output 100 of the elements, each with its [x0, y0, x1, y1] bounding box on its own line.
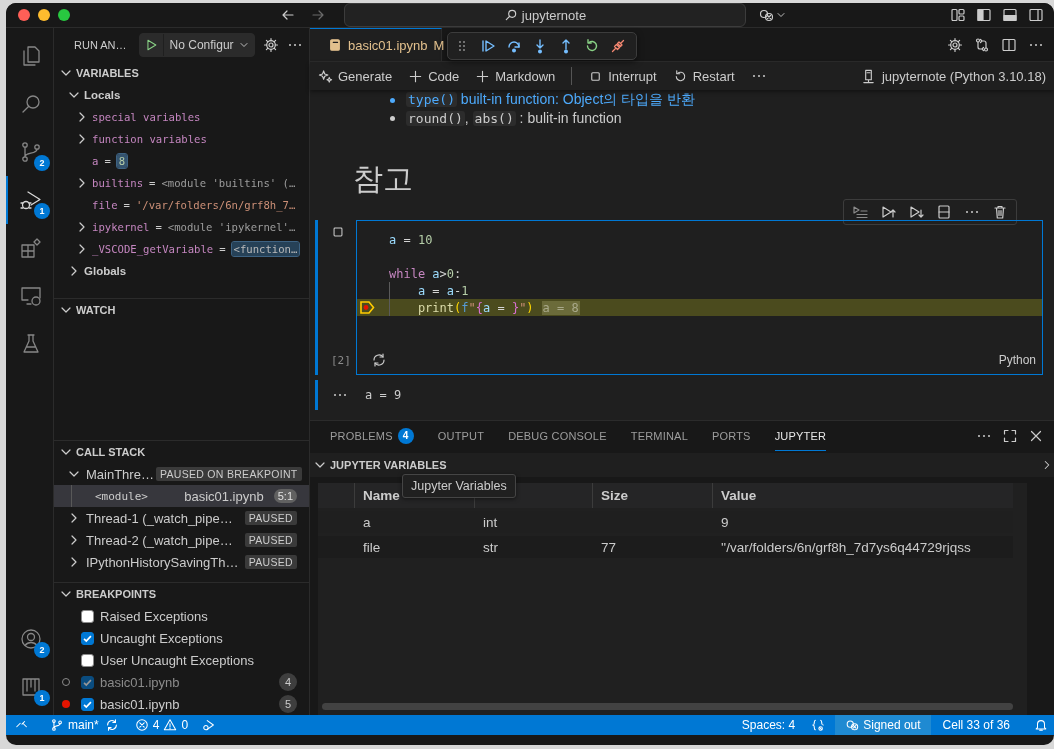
problems-status[interactable]: 4 0: [128, 715, 195, 735]
variable-name[interactable]: ipykernel: [92, 221, 150, 233]
indentation-status[interactable]: Spaces: 4: [735, 715, 802, 735]
thread-name[interactable]: MainThre…: [86, 466, 154, 482]
tooltip: Jupyter Variables: [402, 474, 516, 498]
settings-icon[interactable]: [947, 36, 963, 53]
execute-above-icon[interactable]: [880, 204, 896, 220]
search-icon: [503, 8, 518, 22]
panel-tab[interactable]: PORTS: [711, 421, 751, 451]
continue-icon[interactable]: [480, 38, 496, 54]
table-cell-text: str: [482, 539, 499, 555]
sync-icon[interactable]: [104, 718, 119, 732]
thread-name[interactable]: Thread-1 (_watch_pipe…: [86, 510, 233, 526]
customize-layout-icon[interactable]: [950, 7, 966, 23]
configuration-dropdown[interactable]: No Configur: [163, 34, 254, 56]
plus-icon: [475, 68, 491, 84]
play-icon: [144, 38, 159, 52]
panel-tab[interactable]: JUPYTER: [774, 421, 827, 451]
panel-tab[interactable]: OUTPUT: [437, 421, 485, 451]
toolbar-button[interactable]: Markdown: [475, 68, 556, 84]
breakpoint-label[interactable]: basic01.ipynb: [100, 696, 180, 712]
warning-icon: [163, 718, 178, 732]
split-cell-icon[interactable]: [936, 204, 952, 220]
breakpoint-label[interactable]: basic01.ipynb: [100, 674, 180, 690]
compare-changes-icon[interactable]: [974, 36, 990, 53]
checkbox[interactable]: [81, 675, 94, 689]
section-title[interactable]: VARIABLES: [76, 67, 139, 79]
minimize-window-button[interactable]: [38, 9, 50, 21]
bullet-dot: [390, 115, 395, 121]
cell-position[interactable]: Cell 33 of 36: [936, 715, 1016, 735]
language-status-icon[interactable]: [811, 718, 826, 732]
editor-tab[interactable]: basic01.ipynb M: [310, 28, 442, 61]
stack-frame[interactable]: <module> basic01.ipynb 5:1: [54, 485, 309, 507]
kernel-picker[interactable]: jupyternote (Python 3.10.18): [860, 68, 1046, 84]
variable-name[interactable]: special variables: [92, 111, 201, 123]
split-editor-icon[interactable]: [1001, 36, 1017, 53]
cell-language[interactable]: Python: [998, 353, 1036, 367]
variable-value: <function…: [231, 242, 300, 256]
close-window-button[interactable]: [18, 9, 30, 21]
section-title[interactable]: WATCH: [76, 304, 116, 316]
checkbox[interactable]: [81, 653, 94, 667]
thread-name[interactable]: Thread-2 (_watch_pipe…: [86, 532, 233, 548]
code-line: a = a-1: [416, 283, 469, 298]
count-badge: 1: [34, 203, 50, 219]
cell-select-icon[interactable]: [331, 225, 345, 239]
disconnect-icon[interactable]: [610, 38, 626, 54]
checkbox[interactable]: [81, 609, 94, 623]
toolbar-button[interactable]: Code: [408, 68, 460, 84]
toolbar-button[interactable]: Interrupt: [588, 68, 657, 84]
cell-output: a = 9: [365, 388, 402, 402]
breakpoint-label[interactable]: Uncaught Exceptions: [100, 630, 223, 646]
toggle-secondary-sidebar-icon[interactable]: [1028, 7, 1044, 23]
variable-name[interactable]: function variables: [92, 133, 207, 145]
command-center-search[interactable]: jupyternote: [344, 3, 746, 27]
panel-tab[interactable]: TERMINAL: [630, 421, 688, 451]
toolbar-button[interactable]: Restart: [672, 68, 735, 84]
section-title[interactable]: JUPYTER VARIABLES: [330, 459, 447, 471]
panel-tab[interactable]: DEBUG CONSOLE: [508, 421, 607, 451]
thread-name[interactable]: IPythonHistorySavingTh…: [86, 554, 239, 570]
notifications-icon[interactable]: [1034, 718, 1048, 732]
delete-icon[interactable]: [992, 204, 1008, 220]
refresh-icon[interactable]: [371, 352, 387, 368]
account-icon[interactable]: [18, 627, 43, 651]
column-header[interactable]: Size: [592, 483, 712, 508]
checkbox[interactable]: [81, 697, 94, 711]
activity-item[interactable]: 2: [6, 128, 53, 176]
run-by-line-icon[interactable]: [852, 204, 868, 220]
column-header[interactable]: Value: [712, 483, 1013, 508]
toggle-sidebar-icon[interactable]: [976, 7, 992, 23]
settings-icon[interactable]: [262, 37, 279, 53]
variable-value: 8: [116, 154, 128, 168]
scope-label[interactable]: Globals: [84, 265, 127, 277]
step-over-icon[interactable]: [506, 38, 522, 54]
variable-name[interactable]: a: [92, 155, 99, 167]
restart-icon[interactable]: [584, 38, 600, 54]
variable-name[interactable]: _VSCODE_getVariable: [92, 243, 214, 255]
toggle-panel-icon[interactable]: [1002, 7, 1018, 23]
maximize-panel-icon[interactable]: [1002, 428, 1018, 444]
zoom-window-button[interactable]: [58, 9, 70, 21]
execute-below-icon[interactable]: [908, 204, 924, 220]
error-icon: [134, 718, 149, 732]
close-icon[interactable]: [1028, 428, 1044, 444]
variable-name[interactable]: builtins: [92, 177, 144, 189]
scrollbar[interactable]: [322, 703, 1013, 710]
breakpoint-label[interactable]: Raised Exceptions: [100, 608, 208, 624]
account-status[interactable]: Signed out: [835, 715, 931, 735]
checkbox[interactable]: [81, 631, 94, 645]
breakpoint-label[interactable]: User Uncaught Exceptions: [100, 652, 254, 668]
section-title[interactable]: BREAKPOINTS: [76, 588, 157, 600]
table-cell-text: 9: [720, 514, 730, 530]
toolbar-button[interactable]: Generate: [318, 68, 393, 84]
branch-button[interactable]: main*: [44, 715, 105, 735]
notebook-icon: [328, 38, 342, 52]
scope-label[interactable]: Locals: [84, 89, 121, 101]
section-title[interactable]: CALL STACK: [76, 446, 146, 458]
thread-status: PAUSED: [244, 555, 297, 569]
panel-tab[interactable]: PROBLEMS 4: [330, 421, 414, 451]
table-cell-text: a: [362, 514, 372, 530]
variable-name[interactable]: file: [92, 199, 118, 211]
thread-status: PAUSED: [244, 511, 297, 525]
